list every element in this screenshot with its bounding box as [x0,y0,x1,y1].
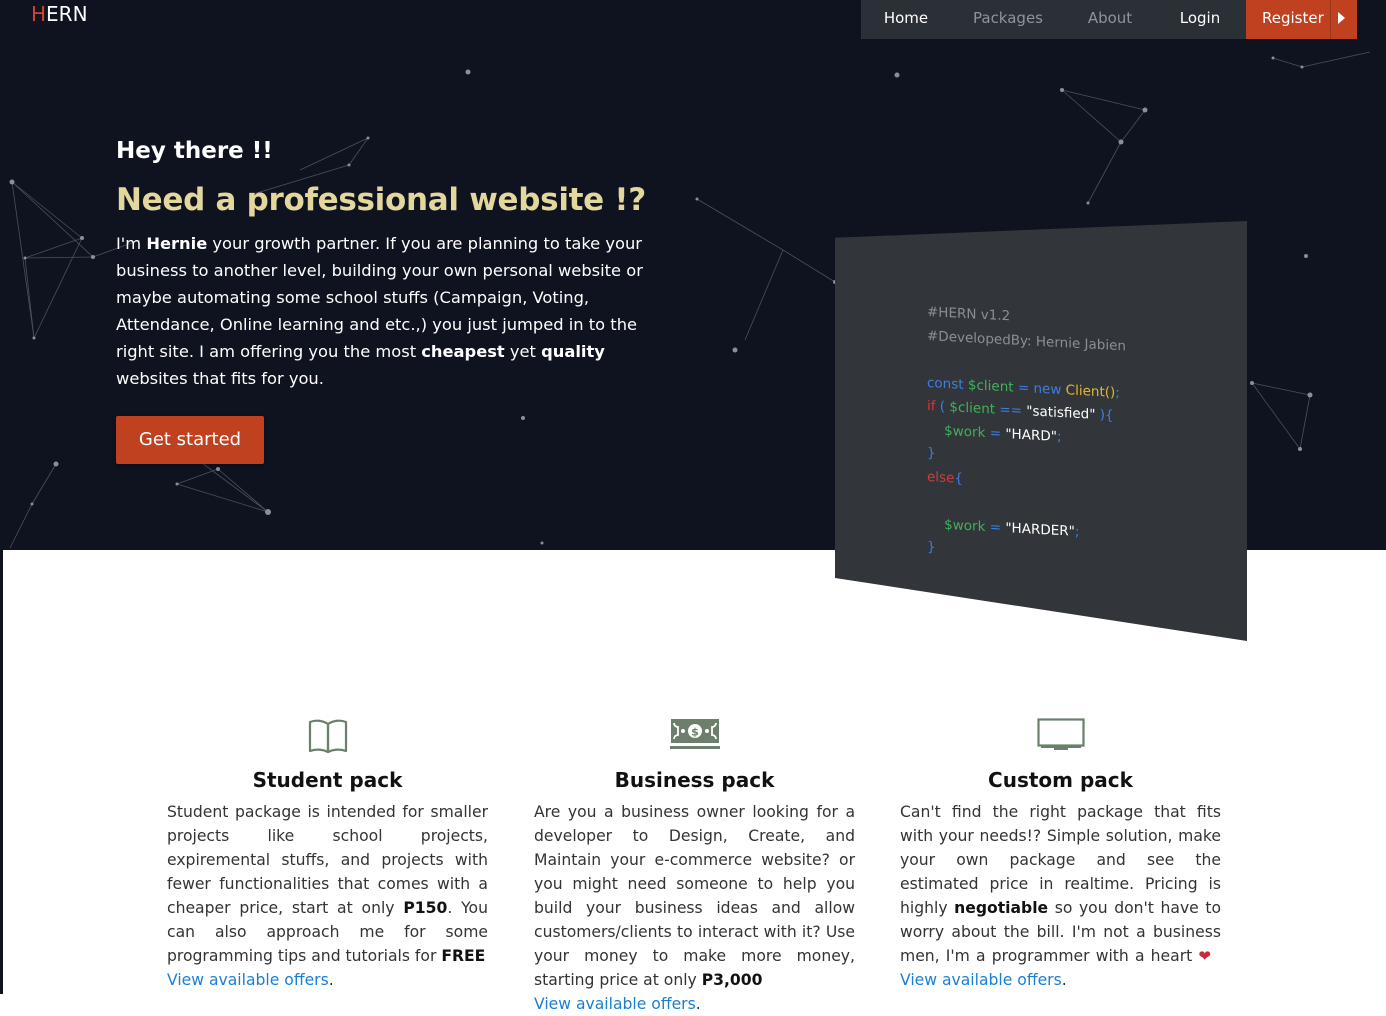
money-bill-icon: $ [534,718,855,754]
left-edge-border [0,0,3,994]
nav-item-packages[interactable]: Packages [951,0,1065,39]
custom-pack-offers-link[interactable]: View available offers [900,971,1062,989]
student-pack-title: Student pack [252,768,403,792]
code-card: #HERN v1.2 #DevelopedBy: Hernie Jabien c… [835,221,1247,641]
register-button[interactable]: Register [1246,0,1357,39]
nav-item-login[interactable]: Login [1155,0,1245,39]
register-divider [1330,0,1331,39]
nav-item-about[interactable]: About [1065,0,1155,39]
hero-intro: I'm Hernie your growth partner. If you a… [116,234,643,388]
navbar: HERN Home Packages About Login Register [0,0,1386,40]
business-pack-description: Are you a business owner looking for a d… [534,803,855,1013]
hero-headline: Need a professional website !? [116,182,646,218]
business-pack-offers-link[interactable]: View available offers [534,995,696,1013]
monitor-icon [900,718,1221,754]
nav-item-home[interactable]: Home [861,0,951,39]
student-pack-offers-link[interactable]: View available offers [167,971,329,989]
student-pack-description: Student package is intended for smaller … [167,803,488,989]
heart-icon: ❤ [1198,947,1211,965]
register-label: Register [1262,9,1324,27]
intro-name: Hernie [146,234,208,253]
business-pack-title: Business pack [614,768,775,792]
custom-pack-description: Can't find the right package that fits w… [900,803,1222,989]
packages-section: Student pack Student package is intended… [0,700,1386,1013]
book-icon [167,718,488,754]
brand-logo[interactable]: HERN [31,2,88,26]
caret-right-icon[interactable] [1338,12,1345,24]
get-started-button[interactable]: Get started [116,416,264,464]
svg-text:$: $ [691,726,699,739]
code-snippet: #HERN v1.2 #DevelopedBy: Hernie Jabien c… [927,304,1126,556]
custom-pack-title: Custom pack [988,768,1133,792]
hero-greeting: Hey there !! [116,138,273,164]
hero-text: Hey there !! Need a professional website… [116,136,656,392]
